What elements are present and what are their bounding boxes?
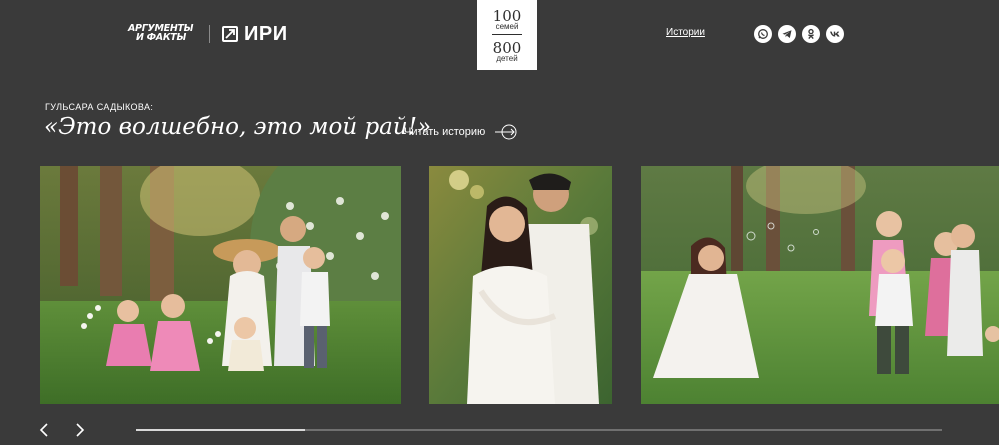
vk-icon[interactable] xyxy=(826,25,844,43)
badge-families-number: 100 xyxy=(492,7,522,25)
family-photo-group[interactable] xyxy=(40,166,401,404)
gallery-progress-fill xyxy=(136,429,306,431)
read-story-link[interactable]: Читать историю xyxy=(404,124,519,140)
badge-families-label: семей xyxy=(495,22,519,31)
project-badge[interactable]: 100 семей 800 детей xyxy=(477,0,537,70)
social-links xyxy=(754,25,844,43)
odnoklassniki-icon[interactable] xyxy=(802,25,820,43)
gallery-progress-track[interactable] xyxy=(136,429,942,431)
couple-photo[interactable] xyxy=(429,166,612,404)
story-headline: «Это волшебно, это мой рай!» xyxy=(44,114,432,140)
iri-logo[interactable]: ИРИ xyxy=(222,22,288,46)
read-story-label: Читать историю xyxy=(404,126,486,138)
badge-children-label: детей xyxy=(496,54,518,63)
arrow-circle-icon xyxy=(495,124,517,140)
whatsapp-icon[interactable] xyxy=(754,25,772,43)
telegram-icon[interactable] xyxy=(778,25,796,43)
aif-logo[interactable]: АРГУМЕНТЫ И ФАКТЫ xyxy=(128,24,200,44)
chevron-right-icon[interactable] xyxy=(72,422,88,438)
aif-logo-line2: И ФАКТЫ xyxy=(136,32,187,43)
badge-divider xyxy=(492,34,522,35)
nav-stories-link[interactable]: Истории xyxy=(666,27,705,38)
badge-children-number: 800 xyxy=(492,39,522,57)
logo-divider xyxy=(209,25,210,43)
iri-logo-text: ИРИ xyxy=(244,22,288,45)
story-author: ГУЛЬСАРА САДЫКОВА: xyxy=(45,102,154,112)
iri-mark-icon xyxy=(222,26,238,42)
family-playing-photo[interactable] xyxy=(641,166,999,404)
chevron-left-icon[interactable] xyxy=(36,422,52,438)
